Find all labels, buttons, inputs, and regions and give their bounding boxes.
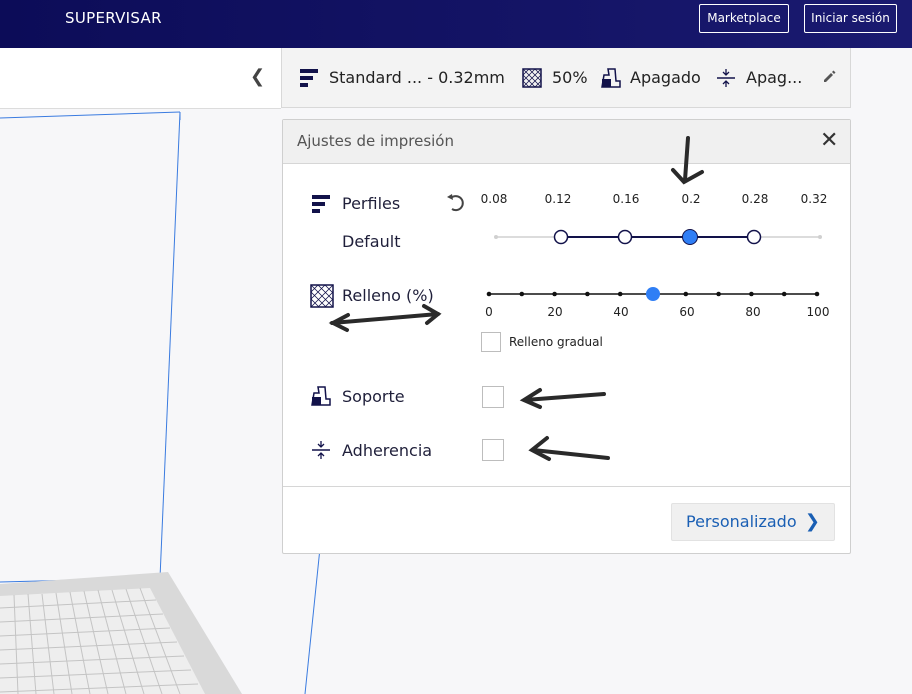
slider-tick [617,291,623,297]
custom-settings-label: Personalizado [686,512,797,531]
panel-divider [283,486,850,487]
adhesion-icon [312,441,330,459]
slider-tick [814,291,820,297]
stage-tab-monitor[interactable]: SUPERVISAR [65,9,162,27]
slider-tick [781,291,787,297]
slider-tick [494,235,498,239]
infill-icon [310,284,334,308]
slider-tick [552,291,557,297]
support-label: Soporte [342,387,405,406]
infill-summary: 50% [552,68,588,87]
volume-edge [0,111,181,119]
infill-tick-label: 0 [485,305,493,319]
slider-tick [585,291,590,297]
support-icon [311,386,331,406]
slider-tick [683,291,689,297]
infill-tick-label: 40 [613,305,629,319]
edit-pencil-icon[interactable] [822,70,836,84]
adhesion-summary: Apag... [746,68,803,87]
adhesion-checkbox[interactable] [482,439,504,461]
infill-tick-label: 20 [547,305,563,319]
login-button[interactable]: Iniciar sesión [804,4,897,33]
infill-tick-label: 80 [745,305,761,319]
slider-tick [716,291,721,297]
profile-icon [300,69,318,87]
object-list-panel: ❮ [0,48,281,109]
profile-tick-label: 0.08 [480,192,508,206]
slider-handle[interactable] [682,229,698,245]
panel-title: Ajustes de impresión [297,132,454,150]
slider-tick [749,291,754,297]
slider-handle[interactable] [646,287,660,301]
infill-icon [522,68,542,88]
infill-tick-label: 60 [679,305,695,319]
volume-edge [304,547,321,694]
print-settings-bar[interactable]: Standard ... - 0.32mm 50% Apagado Apag..… [281,48,851,108]
slider-stop[interactable] [617,229,633,245]
adhesion-icon [717,69,735,87]
volume-edge [159,111,181,579]
profile-summary: Standard ... - 0.32mm [329,68,505,87]
reset-icon[interactable] [446,192,468,214]
marketplace-button[interactable]: Marketplace [699,4,789,33]
profile-tick-label: 0.16 [612,192,640,206]
slider-stop[interactable] [746,229,762,245]
infill-tick-label: 100 [806,305,830,319]
profile-tick-label: 0.32 [800,192,828,206]
gradual-infill-checkbox[interactable] [481,332,501,352]
profile-default-label: Default [342,232,401,251]
print-settings-panel: Ajustes de impresión ✕ Perfiles Default … [282,119,851,554]
gradual-infill-label: Relleno gradual [509,335,603,349]
slider-stop[interactable] [553,229,569,245]
profile-tick-label: 0.2 [681,192,701,206]
support-checkbox[interactable] [482,386,504,408]
chevron-right-icon: ❯ [804,511,820,532]
profile-tick-label: 0.28 [741,192,769,206]
panel-header: Ajustes de impresión ✕ [283,120,850,164]
top-header: SUPERVISAR Marketplace Iniciar sesión [0,0,912,78]
profiles-label: Perfiles [342,194,401,213]
custom-settings-button[interactable]: Personalizado ❯ [671,503,835,541]
support-summary: Apagado [630,68,701,87]
slider-tick [818,235,822,239]
slider-tick [519,291,525,297]
profile-icon [312,195,330,213]
slider-tick [486,291,492,297]
close-icon[interactable]: ✕ [820,128,838,153]
adhesion-label: Adherencia [342,441,433,460]
support-icon [601,68,621,88]
profile-tick-label: 0.12 [544,192,572,206]
infill-label: Relleno (%) [342,286,434,305]
layer-height-slider[interactable] [488,226,828,250]
infill-slider[interactable] [481,283,825,305]
collapse-chevron-icon[interactable]: ❮ [250,66,265,87]
